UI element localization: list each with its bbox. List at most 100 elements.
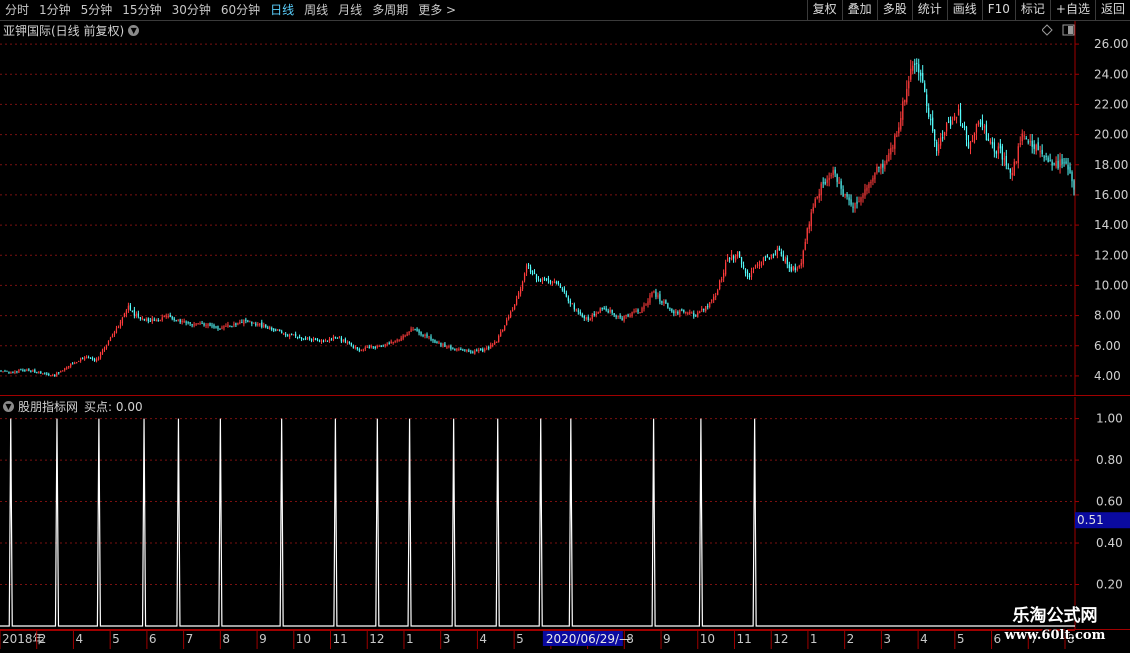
candle-body [502, 329, 504, 332]
candle-body [504, 325, 506, 331]
candle-body [287, 335, 289, 337]
candle-body [24, 370, 26, 372]
period-tab[interactable]: 更多 > [413, 0, 461, 20]
candle-body [973, 132, 976, 143]
candle-body [488, 347, 490, 349]
candle-body [20, 369, 22, 371]
candle-body [611, 309, 613, 313]
candle-body [715, 296, 717, 298]
tool-button[interactable]: +自选 [1049, 0, 1095, 20]
period-tab[interactable]: 30分钟 [167, 0, 216, 20]
date-label: 6 [149, 632, 157, 646]
candle-body [697, 312, 699, 317]
chevron-down-icon[interactable]: ▼ [3, 401, 14, 412]
tool-button[interactable]: 画线 [946, 0, 982, 20]
candle-body [510, 311, 512, 318]
candle-body [474, 350, 476, 354]
candle-body [717, 290, 719, 295]
candle-body [300, 337, 303, 340]
candle-body [840, 181, 842, 189]
candle-body [217, 325, 219, 329]
candle-body [539, 279, 542, 282]
candle-body [410, 328, 412, 332]
period-tab[interactable]: 60分钟 [216, 0, 265, 20]
candle-body [850, 199, 852, 205]
watermark-title: 乐淘公式网 [1012, 606, 1098, 626]
date-label: 2 [847, 632, 855, 646]
candle-body [683, 309, 685, 313]
candle-body [145, 319, 147, 321]
candle-body [920, 72, 922, 76]
candle-body [882, 163, 884, 168]
candlestick-panel[interactable]: 26.00 24.00 22.00 20.00 18.00 16.00 14.00 12.00… [0, 21, 1130, 396]
candle-body [599, 308, 601, 313]
indicator-panel[interactable]: 1.00 0.80 0.60 0.40 0.20 0.51 ▼ 股朋指标网 买点: 0.0… [0, 397, 1130, 630]
candle-body [159, 320, 161, 322]
candle-body [551, 281, 554, 283]
date-label: 1 [406, 632, 414, 646]
period-tab[interactable]: 1分钟 [34, 0, 76, 20]
candle-body [271, 327, 273, 330]
candle-body [858, 200, 860, 203]
tool-button[interactable]: 多股 [876, 0, 912, 20]
candle-body [38, 372, 40, 374]
candle-body [713, 296, 715, 301]
candle-body [581, 314, 583, 317]
candle-body [498, 335, 500, 342]
candle-body [537, 279, 540, 281]
candle-body [350, 342, 352, 346]
candle-body [296, 336, 299, 338]
candle-body [87, 357, 90, 359]
candle-body [261, 322, 263, 328]
period-tab[interactable]: 分时 [0, 0, 34, 20]
tool-button[interactable]: 标记 [1014, 0, 1050, 20]
period-tab[interactable]: 5分钟 [76, 0, 118, 20]
candle-body [910, 68, 912, 80]
candle-body [603, 308, 605, 310]
period-tab[interactable]: 周线 [299, 0, 333, 20]
period-tab[interactable]: 多周期 [367, 0, 413, 20]
candle-body [293, 334, 295, 336]
candle-body [83, 357, 86, 360]
chart-background [0, 21, 1130, 396]
candle-body [846, 193, 848, 197]
candle-body [730, 254, 733, 261]
chevron-down-icon[interactable]: ▼ [128, 25, 140, 36]
candle-body [762, 257, 765, 262]
candle-body [80, 358, 82, 361]
candle-body [279, 329, 281, 332]
candle-body [155, 319, 157, 321]
date-label: 10 [700, 632, 715, 646]
candlestick-chart[interactable]: 26.00 24.00 22.00 20.00 18.00 16.00 14.00 12.00… [0, 21, 1130, 396]
period-tab[interactable]: 月线 [333, 0, 367, 20]
candle-body [1067, 164, 1069, 170]
candle-body [800, 262, 802, 266]
candle-body [464, 349, 466, 351]
candle-body [255, 323, 257, 326]
candle-body [127, 305, 130, 310]
candle-body [56, 372, 58, 377]
candle-body [645, 304, 647, 306]
indicator-background [0, 397, 1130, 630]
candle-body [432, 339, 434, 341]
diamond-icon[interactable] [1042, 24, 1053, 36]
candle-body [561, 288, 564, 290]
indicator-chart[interactable]: 1.00 0.80 0.60 0.40 0.20 0.51 [0, 397, 1130, 630]
candle-body [85, 357, 88, 359]
tool-button[interactable]: 复权 [806, 0, 842, 20]
candle-body [989, 140, 992, 143]
candle-body [175, 320, 177, 322]
candle-body [573, 304, 575, 310]
tool-button[interactable]: F10 [981, 0, 1015, 20]
tool-button[interactable]: 返回 [1094, 0, 1130, 20]
candle-body [665, 300, 667, 304]
tool-button[interactable]: 叠加 [841, 0, 877, 20]
period-tab[interactable]: 日线 [265, 0, 299, 20]
period-tab[interactable]: 15分钟 [117, 0, 166, 20]
candle-body [525, 265, 528, 273]
candle-body [454, 348, 456, 350]
candle-body [601, 307, 603, 309]
price-label: 16.00 [1094, 188, 1128, 202]
tool-button[interactable]: 统计 [911, 0, 947, 20]
candle-body [1029, 141, 1031, 143]
